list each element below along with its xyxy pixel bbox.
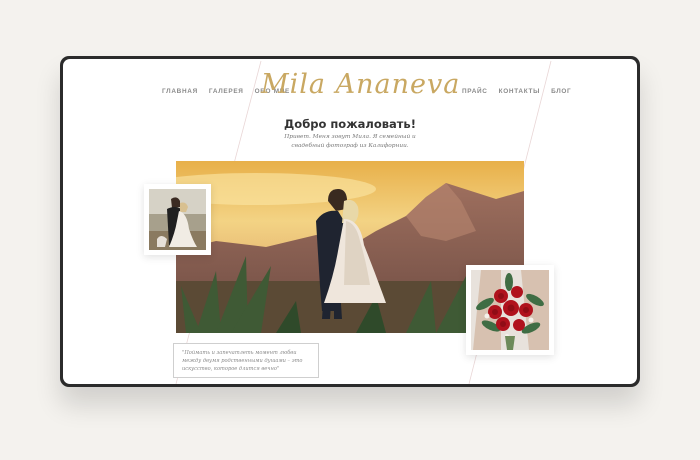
nav-item-gallery[interactable]: ГАЛЕРЕЯ: [209, 88, 244, 95]
laptop-frame: ГЛАВНАЯ ГАЛЕРЕЯ ОБО МНЕ Mila Ananeva ПРА…: [60, 56, 640, 387]
nav-item-contacts[interactable]: КОНТАКТЫ: [499, 88, 540, 95]
website-screen: ГЛАВНАЯ ГАЛЕРЕЯ ОБО МНЕ Mila Ananeva ПРА…: [63, 59, 637, 384]
main-nav-right: ПРАЙС КОНТАКТЫ БЛОГ: [462, 85, 571, 97]
nav-item-pricing[interactable]: ПРАЙС: [462, 88, 488, 95]
welcome-intro-text: Привет. Меня зовут Мила. Я семейный и св…: [284, 134, 416, 149]
welcome-heading: Добро пожаловать!: [284, 117, 416, 131]
nav-item-home[interactable]: ГЛАВНАЯ: [162, 88, 198, 95]
site-logo[interactable]: Mila Ananeva: [261, 65, 459, 105]
bouquet-thumbnail-photo: [466, 265, 554, 355]
quote-box: "Поймать и запечатлеть момент любви межд…: [173, 343, 319, 378]
nav-item-blog[interactable]: БЛОГ: [551, 88, 571, 95]
couple-thumbnail-photo: [144, 184, 211, 255]
